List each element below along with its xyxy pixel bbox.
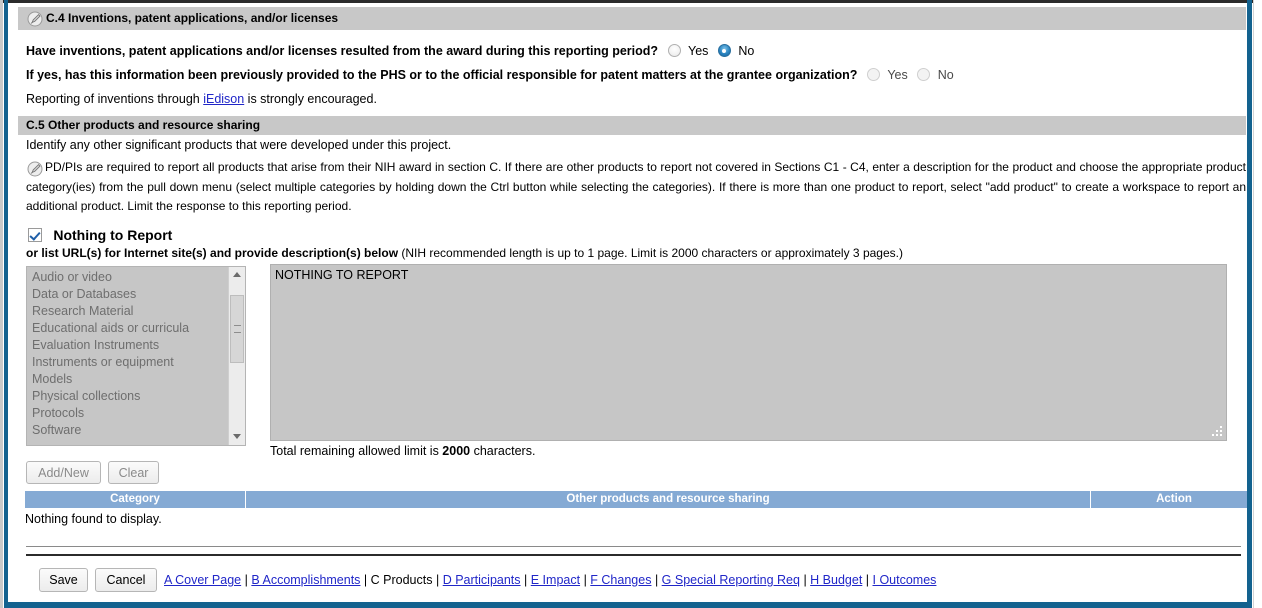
section-c5-instructions: PD/PIs are required to report all produc…: [26, 158, 1246, 217]
frame-left-bar: [4, 0, 8, 608]
url-instruction-bold: or list URL(s) for Internet site(s) and …: [26, 246, 399, 260]
save-button[interactable]: Save: [39, 568, 88, 592]
add-new-button[interactable]: Add/New: [26, 461, 101, 484]
category-listbox-scrollbar[interactable]: [228, 267, 245, 445]
nav-separator: |: [435, 573, 440, 587]
limit-suffix: characters.: [470, 444, 536, 458]
footer-divider-thick: [26, 554, 1241, 556]
nav-separator: |: [583, 573, 587, 587]
url-instruction-line: or list URL(s) for Internet site(s) and …: [26, 246, 903, 260]
window-right-edge: [1253, 0, 1262, 608]
nothing-to-report-checkbox[interactable]: [28, 228, 42, 242]
column-header-action[interactable]: Action: [1091, 491, 1247, 508]
list-item[interactable]: Physical collections: [27, 388, 227, 405]
nav-separator: |: [654, 573, 659, 587]
iedison-link[interactable]: iEdison: [203, 92, 244, 106]
frame-bottom-bar: [4, 602, 1252, 608]
footer-divider-thin: [26, 546, 1241, 547]
table-empty-message: Nothing found to display.: [25, 512, 162, 526]
radio-inventions-yes[interactable]: [667, 44, 681, 57]
radio-previously-provided-yes: [866, 68, 880, 81]
section-nav-links: A Cover Page | B Accomplishments | C Pro…: [164, 573, 936, 587]
section-c5-subtitle: Identify any other significant products …: [26, 138, 452, 152]
question-previously-provided-row: If yes, has this information been previo…: [26, 68, 954, 82]
other-products-description-textarea[interactable]: [270, 264, 1227, 441]
question-previously-provided-label: If yes, has this information been previo…: [26, 68, 858, 82]
frame-right-bar: [1247, 0, 1252, 608]
limit-prefix: Total remaining allowed limit is: [270, 444, 443, 458]
list-item[interactable]: Software: [27, 422, 227, 439]
scroll-up-arrow-icon[interactable]: [229, 267, 245, 283]
limit-value: 2000: [442, 444, 471, 458]
column-header-other-products[interactable]: Other products and resource sharing: [246, 491, 1091, 508]
nav-link-f-changes[interactable]: F Changes: [590, 573, 651, 587]
radio-inventions-no-label: No: [738, 44, 755, 58]
nav-link-i-outcomes[interactable]: I Outcomes: [873, 573, 937, 587]
form-content: C.4 Inventions, patent applications, and…: [9, 3, 1247, 602]
list-item[interactable]: Data or Databases: [27, 286, 227, 303]
iedison-note-suffix: is strongly encouraged.: [244, 92, 377, 106]
nav-separator: |: [524, 573, 528, 587]
nav-separator: |: [244, 573, 248, 587]
nothing-to-report-row[interactable]: Nothing to Report: [28, 227, 172, 243]
scrollbar-thumb[interactable]: [230, 295, 244, 363]
other-products-table: Category Other products and resource sha…: [25, 491, 1247, 526]
nothing-to-report-label: Nothing to Report: [53, 227, 173, 243]
nav-link-g-special-reporting-req[interactable]: G Special Reporting Req: [662, 573, 800, 587]
iedison-note-prefix: Reporting of inventions through: [26, 92, 204, 106]
nav-link-h-budget[interactable]: H Budget: [810, 573, 862, 587]
nav-link-e-impact[interactable]: E Impact: [531, 573, 580, 587]
radio-previously-provided-no-label: No: [937, 68, 954, 82]
window-left-edge: [0, 0, 3, 608]
category-option-list: Audio or video Data or Databases Researc…: [27, 269, 227, 439]
iedison-note: Reporting of inventions through iEdison …: [26, 92, 377, 106]
nav-link-b-accomplishments[interactable]: B Accomplishments: [251, 573, 360, 587]
radio-inventions-yes-label: Yes: [688, 44, 709, 58]
question-inventions-label: Have inventions, patent applications and…: [26, 44, 659, 58]
clear-button[interactable]: Clear: [108, 461, 159, 484]
list-item[interactable]: Instruments or equipment: [27, 354, 227, 371]
list-item[interactable]: Models: [27, 371, 227, 388]
nav-separator: |: [803, 573, 807, 587]
quill-pencil-icon: [27, 11, 43, 27]
url-instruction-normal: (NIH recommended length is up to 1 page.…: [398, 246, 903, 260]
table-header-row: Category Other products and resource sha…: [25, 491, 1247, 508]
list-item[interactable]: Audio or video: [27, 269, 227, 286]
list-item[interactable]: Protocols: [27, 405, 227, 422]
column-header-category[interactable]: Category: [25, 491, 246, 508]
section-c5-instructions-text: PD/PIs are required to report all produc…: [26, 160, 1246, 213]
nav-link-c-products-current: C Products: [370, 573, 433, 587]
list-item[interactable]: Research Material: [27, 303, 227, 320]
section-c4-title: C.4 Inventions, patent applications, and…: [46, 11, 339, 25]
nav-link-d-participants[interactable]: D Participants: [443, 573, 521, 587]
list-item[interactable]: Evaluation Instruments: [27, 337, 227, 354]
radio-previously-provided-no: [917, 68, 931, 81]
radio-inventions-no[interactable]: [717, 44, 731, 57]
scroll-down-arrow-icon[interactable]: [229, 429, 245, 445]
category-listbox[interactable]: Audio or video Data or Databases Researc…: [26, 266, 246, 446]
nav-separator: |: [363, 573, 368, 587]
character-limit-text: Total remaining allowed limit is 2000 ch…: [270, 444, 535, 458]
section-header-c5: C.5 Other products and resource sharing: [18, 116, 1246, 135]
cancel-button[interactable]: Cancel: [95, 568, 157, 592]
nav-separator: |: [865, 573, 870, 587]
list-item[interactable]: Educational aids or curricula: [27, 320, 227, 337]
nav-link-a-cover-page[interactable]: A Cover Page: [164, 573, 241, 587]
nih-rppr-products-page: C.4 Inventions, patent applications, and…: [0, 0, 1262, 608]
section-header-c4: C.4 Inventions, patent applications, and…: [18, 7, 1246, 30]
question-inventions-row: Have inventions, patent applications and…: [26, 44, 754, 58]
radio-previously-provided-yes-label: Yes: [887, 68, 908, 82]
section-c5-title: C.5 Other products and resource sharing: [26, 118, 261, 132]
